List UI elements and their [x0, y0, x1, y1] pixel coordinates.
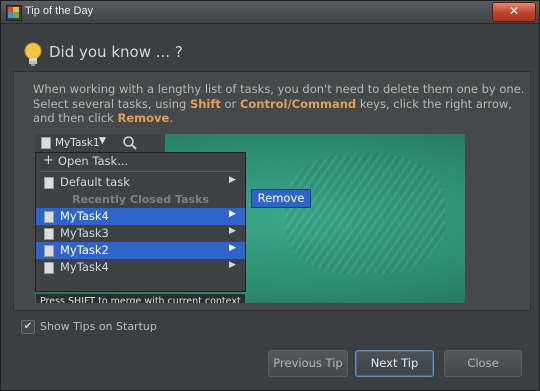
dialog-heading: Did you know ... ? — [49, 43, 183, 61]
tip-text-fragment: and then click — [33, 111, 118, 125]
open-task-item: + Open Task... — [36, 153, 245, 170]
remove-highlight: Remove — [117, 111, 170, 125]
default-task-item: Default task ▶ — [36, 174, 245, 191]
merge-hint: Press SHIFT to merge with current contex… — [36, 294, 245, 303]
task-selector-bar: MyTask1 ▼ — [35, 134, 165, 152]
next-tip-button[interactable]: Next Tip — [355, 350, 434, 377]
tip-of-the-day-dialog: Tip of the Day ✕ Did you know ... ? When… — [0, 0, 540, 391]
chevron-right-icon: ▶ — [229, 209, 236, 219]
tip-text-fragment: Select several tasks, using — [33, 96, 190, 111]
task-file-icon — [41, 137, 51, 149]
background-texture — [285, 154, 445, 274]
chevron-right-icon: ▶ — [229, 226, 236, 236]
remove-popup: Remove — [251, 189, 311, 208]
chevron-right-icon: ▶ — [229, 175, 236, 185]
tip-line-3: and then click Remove. — [33, 111, 529, 126]
open-task-label: Open Task... — [58, 154, 129, 168]
tip-panel: When working with a lengthy list of task… — [13, 71, 531, 311]
window-close-button[interactable]: ✕ — [492, 2, 536, 22]
tip-text-fragment: . — [169, 111, 173, 125]
tip-line-2: Select several tasks, using Shift or Con… — [33, 97, 529, 112]
menu-divider — [40, 171, 240, 172]
tip-text-fragment: keys, click the right arrow, — [356, 96, 512, 111]
previous-tip-button[interactable]: Previous Tip — [268, 350, 348, 377]
recently-closed-header: Recently Closed Tasks — [72, 193, 209, 206]
default-task-label: Default task — [60, 175, 130, 189]
app-icon — [6, 5, 22, 21]
recent-task-item: MyTask4 ▶ — [36, 259, 245, 276]
recent-task-item: MyTask3 ▶ — [36, 225, 245, 242]
recent-task-label: MyTask3 — [60, 226, 109, 240]
window-title: Tip of the Day — [25, 5, 94, 17]
recent-task-label: MyTask2 — [60, 243, 109, 257]
task-file-icon — [44, 211, 54, 223]
task-menu: + Open Task... Default task ▶ Recently C… — [35, 152, 246, 303]
task-file-icon — [44, 262, 54, 274]
close-button[interactable]: Close — [444, 350, 522, 377]
search-icon — [123, 136, 137, 150]
plus-icon: + — [43, 153, 54, 168]
chevron-right-icon: ▶ — [229, 243, 236, 253]
show-tips-label: Show Tips on Startup — [40, 320, 157, 333]
show-tips-checkbox[interactable]: ✔ — [21, 320, 35, 334]
chevron-right-icon: ▶ — [229, 260, 236, 270]
recent-task-label: MyTask4 — [60, 209, 109, 223]
recent-task-item: MyTask4 ▶ — [36, 208, 245, 225]
control-command-highlight: Control/Command — [239, 96, 357, 111]
task-file-icon — [44, 228, 54, 240]
task-selector-label: MyTask1 — [55, 137, 100, 149]
tip-illustration: MyTask1 ▼ + Open Task... Default task ▶ — [35, 134, 465, 303]
chevron-down-icon: ▼ — [99, 136, 106, 146]
lightbulb-icon — [24, 42, 42, 66]
task-file-icon — [44, 177, 54, 189]
shift-key-highlight: Shift — [189, 96, 221, 111]
task-file-icon — [44, 245, 54, 257]
title-bar: Tip of the Day ✕ — [1, 1, 539, 24]
tip-line-1: When working with a lengthy list of task… — [33, 82, 525, 96]
tip-text: When working with a lengthy list of task… — [33, 82, 529, 126]
recent-task-item: MyTask2 ▶ — [36, 242, 245, 259]
recent-task-label: MyTask4 — [60, 260, 109, 274]
tip-text-fragment: or — [220, 96, 240, 111]
